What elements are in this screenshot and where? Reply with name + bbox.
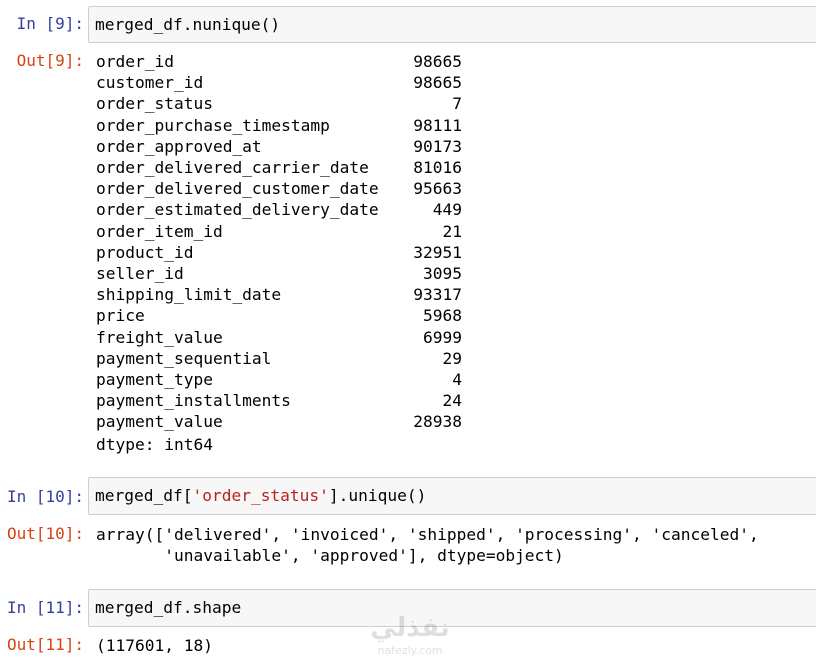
series-key: payment_type bbox=[96, 370, 213, 389]
series-row: shipping_limit_date 93317 bbox=[96, 284, 462, 305]
series-value: 98665 bbox=[413, 52, 462, 71]
array-output-line-1: array(['delivered', 'invoiced', 'shipped… bbox=[96, 525, 759, 544]
dtype-line: dtype: int64 bbox=[96, 435, 213, 454]
series-row: order_purchase_timestamp 98111 bbox=[96, 115, 462, 136]
series-row: order_status 7 bbox=[96, 93, 462, 114]
series-key: payment_value bbox=[96, 412, 223, 432]
in-prompt-9: In [9]: bbox=[16, 14, 84, 33]
series-value: 93317 bbox=[413, 285, 462, 305]
series-value: 4 bbox=[452, 370, 462, 389]
series-row: order_estimated_delivery_date 449 bbox=[96, 199, 462, 220]
out-prompt-11: Out[11]: bbox=[6, 635, 84, 654]
series-row: payment_type 4 bbox=[96, 369, 462, 390]
series-key: order_id bbox=[96, 52, 174, 71]
series-row: order_approved_at 90173 bbox=[96, 136, 462, 157]
series-value: 5968 bbox=[423, 306, 462, 326]
series-key: order_status bbox=[96, 94, 213, 114]
code-prefix-10: merged_df[ bbox=[95, 486, 193, 505]
series-value: 24 bbox=[442, 391, 463, 411]
code-input-9[interactable]: merged_df.nunique() bbox=[88, 6, 816, 43]
series-key: payment_installments bbox=[96, 391, 291, 411]
series-key: order_approved_at bbox=[96, 136, 262, 156]
series-value: 81016 bbox=[413, 158, 462, 177]
series-row: order_delivered_carrier_date 81016 bbox=[96, 157, 462, 178]
array-output-line-2: 'unavailable', 'approved'], dtype=object… bbox=[96, 546, 564, 565]
watermark-text: nafezly.com bbox=[377, 644, 443, 657]
series-row: customer_id 98665 bbox=[96, 72, 462, 93]
series-key: price bbox=[96, 306, 145, 326]
out-prompt-9: Out[9]: bbox=[16, 51, 84, 70]
series-value: 95663 bbox=[413, 179, 462, 199]
series-row: order_item_id 21 bbox=[96, 221, 462, 242]
code-input-10[interactable]: merged_df['order_status'].unique() bbox=[88, 477, 816, 515]
code-text-9: merged_df.nunique() bbox=[95, 15, 281, 34]
series-row: price 5968 bbox=[96, 305, 462, 326]
series-value: 449 bbox=[432, 200, 462, 220]
series-row: payment_installments 24 bbox=[96, 390, 462, 411]
series-value: 21 bbox=[442, 221, 463, 241]
series-value: 29 bbox=[442, 348, 463, 368]
code-text-11: merged_df.shape bbox=[95, 598, 242, 617]
series-row: payment_sequential 29 bbox=[96, 348, 462, 369]
series-key: freight_value bbox=[96, 327, 223, 347]
shape-output: (117601, 18) bbox=[96, 636, 213, 655]
series-row: product_id 32951 bbox=[96, 242, 462, 263]
series-key: shipping_limit_date bbox=[96, 285, 282, 305]
series-key: order_delivered_customer_date bbox=[96, 179, 379, 199]
series-key: order_purchase_timestamp bbox=[96, 115, 330, 135]
series-row: payment_value 28938 bbox=[96, 411, 462, 432]
in-prompt-11: In [11]: bbox=[6, 598, 84, 617]
series-key: seller_id bbox=[96, 264, 184, 283]
series-row: order_delivered_customer_date 95663 bbox=[96, 178, 462, 199]
series-key: customer_id bbox=[96, 73, 204, 93]
series-key: product_id bbox=[96, 242, 194, 262]
series-key: payment_sequential bbox=[96, 348, 272, 368]
series-key: order_item_id bbox=[96, 221, 223, 241]
in-prompt-10: In [10]: bbox=[6, 487, 84, 506]
series-value: 32951 bbox=[413, 242, 462, 262]
watermark-logo: نفذلي bbox=[370, 613, 450, 643]
code-suffix-10: ].unique() bbox=[328, 486, 427, 505]
series-row: freight_value 6999 bbox=[96, 327, 462, 348]
series-key: order_delivered_carrier_date bbox=[96, 158, 369, 177]
out-prompt-10: Out[10]: bbox=[6, 524, 84, 543]
series-value: 6999 bbox=[423, 327, 462, 347]
nafezly-watermark: نفذلي nafezly.com bbox=[360, 612, 460, 664]
series-value: 90173 bbox=[413, 136, 462, 156]
series-value: 98111 bbox=[413, 115, 462, 135]
series-value: 3095 bbox=[423, 264, 462, 283]
series-value: 98665 bbox=[413, 73, 462, 93]
code-string-10: 'order_status' bbox=[192, 486, 329, 505]
series-value: 7 bbox=[452, 94, 462, 114]
series-key: order_estimated_delivery_date bbox=[96, 200, 379, 220]
series-row: order_id 98665 bbox=[96, 51, 462, 72]
series-value: 28938 bbox=[413, 412, 462, 432]
series-row: seller_id 3095 bbox=[96, 263, 462, 284]
